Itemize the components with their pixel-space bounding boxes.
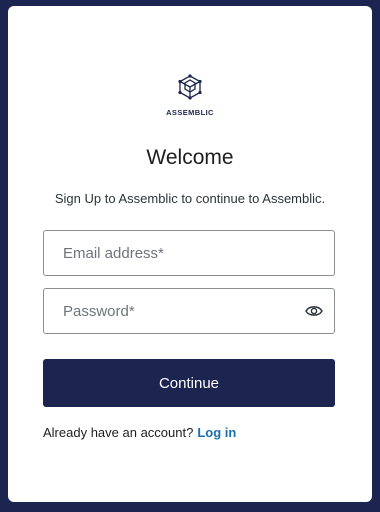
- password-field[interactable]: [44, 289, 293, 333]
- cube-network-icon: [178, 74, 202, 100]
- login-link[interactable]: Log in: [197, 425, 236, 440]
- login-prompt: Already have an account? Log in: [43, 425, 236, 440]
- login-prompt-text: Already have an account?: [43, 425, 194, 440]
- eye-icon[interactable]: [305, 303, 323, 319]
- continue-button[interactable]: Continue: [43, 359, 335, 407]
- page-title: Welcome: [146, 146, 234, 169]
- email-field-container: [43, 230, 335, 276]
- signup-card: ASSEMBLIC Welcome Sign Up to Assemblic t…: [8, 6, 372, 502]
- email-field[interactable]: [44, 231, 293, 275]
- password-field-container: [43, 288, 335, 334]
- brand-logo-text: ASSEMBLIC: [166, 108, 214, 117]
- brand-logo: ASSEMBLIC: [8, 74, 372, 117]
- page-subtitle: Sign Up to Assemblic to continue to Asse…: [54, 191, 326, 206]
